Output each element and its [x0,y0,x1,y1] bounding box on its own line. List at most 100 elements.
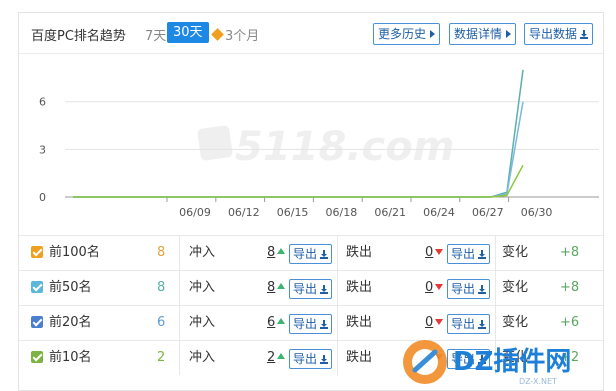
logo-text: DZ插件网 [453,347,571,377]
trend-chart: 5118.com 0 3 6 06/09 06/12 06/15 06/18 06/21 06/… [39,69,599,219]
rank-label: 前10名 [49,350,92,365]
export-data-label: 导出数据 [529,27,578,41]
out-value[interactable]: 0 [425,306,444,340]
rank-label: 前50名 [49,280,92,295]
watermark-text: 5118.com [235,124,454,170]
rank-count: 6 [157,315,166,330]
checkbox[interactable] [31,351,43,363]
in-label: 冲入 [189,350,216,365]
out-label: 跌出 [346,245,373,260]
out-value[interactable]: 0 [425,271,444,305]
in-label: 冲入 [189,245,216,260]
export-label: 导出 [293,317,318,331]
arrow-right-icon [506,30,512,38]
data-details-label: 数据详情 [454,27,503,41]
arrow-up-icon [277,248,286,254]
period-7d-tab[interactable]: 7天 [145,25,166,44]
rank-label: 前100名 [49,245,100,260]
period-3m-label: 3个月 [225,29,260,44]
arrow-down-icon [435,284,444,290]
export-out-button[interactable]: 导出 [447,244,491,264]
x-tick-label: 06/30 [521,206,553,219]
panel-header: 百度PC排名趋势 7天 30天 3个月 更多历史 数据详情 导出数据 [19,13,603,54]
arrow-up-icon [277,283,286,289]
export-data-button[interactable]: 导出数据 [524,23,594,45]
export-label: 导出 [293,247,318,261]
panel-title: 百度PC排名趋势 [31,29,126,44]
in-number[interactable]: 8 [267,245,275,260]
export-label: 导出 [293,352,318,366]
in-value[interactable]: 6 [267,306,286,340]
dz-plugin-logo: DZ插件网 DZ-X.NET [403,340,571,386]
in-number[interactable]: 2 [267,350,275,365]
in-value[interactable]: 8 [267,271,286,305]
checkbox[interactable] [31,281,43,293]
download-icon [478,285,487,294]
arrow-up-icon [277,318,286,324]
out-number[interactable]: 0 [425,315,433,330]
more-history-label: 更多历史 [378,27,427,41]
more-history-button[interactable]: 更多历史 [373,23,441,45]
arrow-down-icon [435,249,444,255]
change-label: 变化 [502,280,529,295]
out-number[interactable]: 0 [425,280,433,295]
arrow-up-icon [277,353,286,359]
change-label: 变化 [502,315,529,330]
export-label: 导出 [451,317,476,331]
export-out-button[interactable]: 导出 [447,314,491,334]
x-tick-label: 06/15 [277,206,309,219]
in-value[interactable]: 8 [267,236,286,270]
rank-count: 8 [157,245,166,260]
period-30d-tab[interactable]: 30天 [167,22,209,43]
download-icon [320,250,329,259]
export-out-button[interactable]: 导出 [447,279,491,299]
in-label: 冲入 [189,315,216,330]
download-icon [478,250,487,259]
x-tick-label: 06/18 [326,206,358,219]
change-label: 变化 [502,245,529,260]
download-icon [320,285,329,294]
change-value: +6 [560,315,580,330]
rank-row: 前50名 8 冲入 8 导出 跌出 0 导出 变化 +8 [19,270,603,305]
x-tick-label: 06/12 [228,206,260,219]
download-icon [320,355,329,364]
checkbox[interactable] [31,316,43,328]
download-icon [320,320,329,329]
change-value: +8 [560,280,580,295]
rank-row: 前20名 6 冲入 6 导出 跌出 0 导出 变化 +6 [19,305,603,340]
rank-count: 8 [157,280,166,295]
checkbox[interactable] [31,246,43,258]
out-label: 跌出 [346,350,373,365]
y-tick-label: 3 [39,143,46,156]
download-icon [478,320,487,329]
x-tick-label: 06/21 [374,206,406,219]
change-value: +8 [560,245,580,260]
in-label: 冲入 [189,280,216,295]
out-value[interactable]: 0 [425,236,444,270]
in-number[interactable]: 6 [267,315,275,330]
watermark-5118: 5118.com [197,124,454,170]
export-label: 导出 [451,247,476,261]
rank-row: 前100名 8 冲入 8 导出 跌出 0 导出 变化 +8 [19,235,603,270]
export-label: 导出 [293,282,318,296]
export-in-button[interactable]: 导出 [289,314,333,334]
export-label: 导出 [451,282,476,296]
out-number[interactable]: 0 [425,245,433,260]
period-3m-tab[interactable]: 3个月 [211,25,260,44]
y-tick-label: 0 [39,191,46,204]
export-in-button[interactable]: 导出 [289,349,333,369]
rank-label: 前20名 [49,315,92,330]
x-tick-label: 06/24 [423,206,455,219]
rank-count: 2 [157,350,166,365]
out-label: 跌出 [346,315,373,330]
in-number[interactable]: 8 [267,280,275,295]
y-tick-label: 6 [39,96,46,109]
export-in-button[interactable]: 导出 [289,244,333,264]
arrow-right-icon [430,30,436,38]
logo-subtext: DZ-X.NET [519,377,557,386]
data-details-button[interactable]: 数据详情 [449,23,517,45]
arrow-down-icon [435,319,444,325]
export-in-button[interactable]: 导出 [289,279,333,299]
ranking-panel: 百度PC排名趋势 7天 30天 3个月 更多历史 数据详情 导出数据 5118.… [18,12,604,391]
in-value[interactable]: 2 [267,341,286,375]
